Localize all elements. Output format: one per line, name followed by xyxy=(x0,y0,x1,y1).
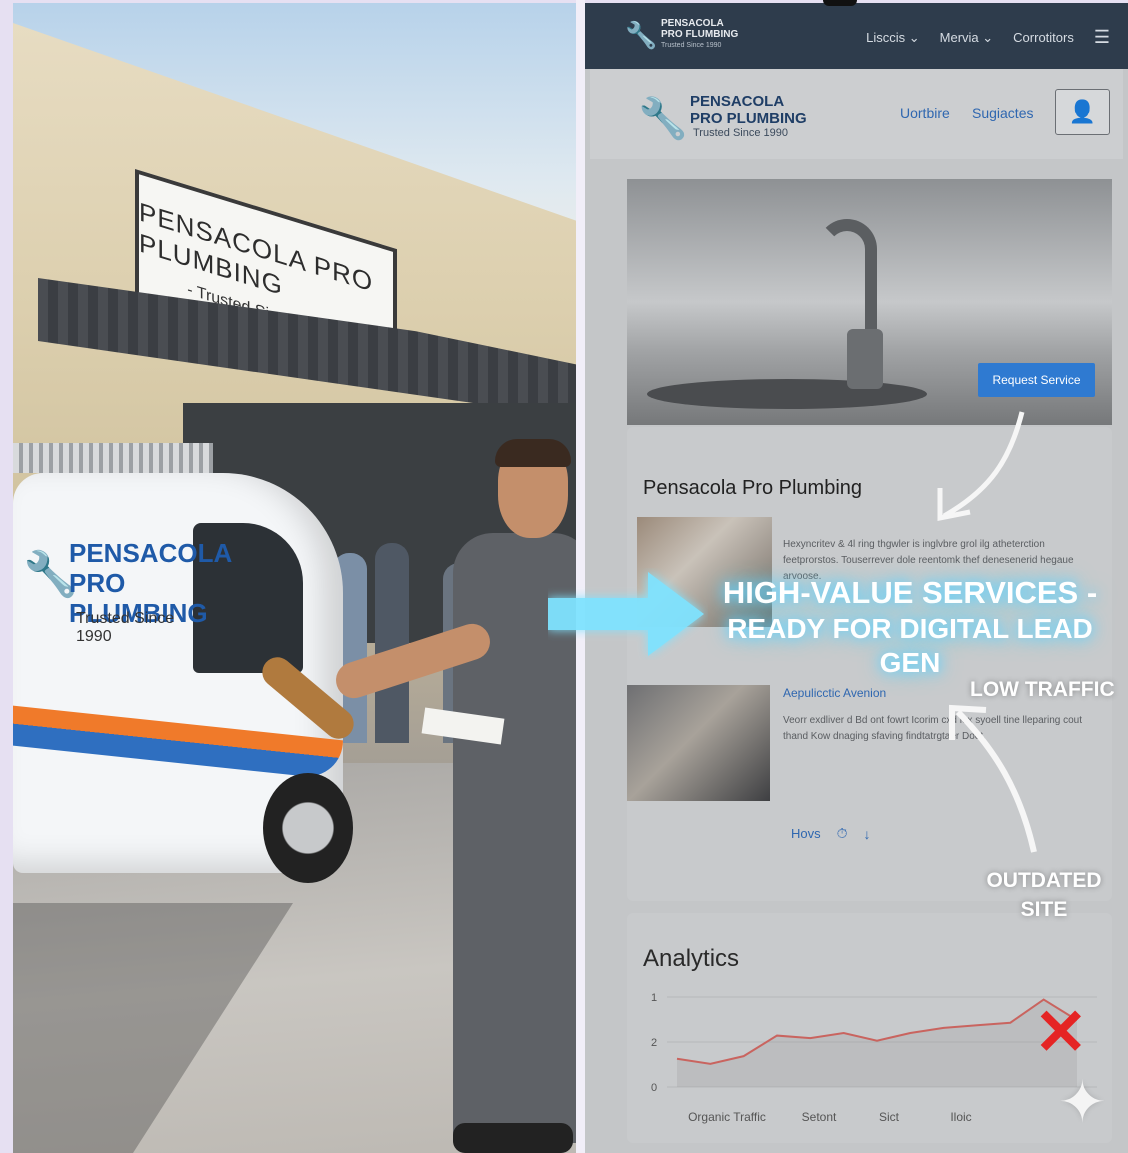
y-tick-label: 0 xyxy=(651,1082,657,1094)
nav-link-3[interactable]: Corrotitors xyxy=(1013,30,1074,45)
navbar-brand-tagline: Trusted Since 1990 xyxy=(661,42,722,49)
y-tick-label: 1 xyxy=(651,992,657,1004)
van-wheel xyxy=(263,773,353,883)
navbar-brand-name: PENSACOLA PRO FLUMBING xyxy=(661,18,739,40)
plumber-technician xyxy=(256,439,576,1153)
sparkle-icon: ✦ xyxy=(1058,1070,1107,1135)
van-tagline: Trusted Since 1990 xyxy=(76,610,175,645)
x-tick-label: Iloic xyxy=(950,1110,971,1124)
storefront-photo: PENSACOLA PRO PLUMBING - Trusted Since 1… xyxy=(13,3,576,1153)
download-icon[interactable]: ↓ xyxy=(864,826,871,842)
x-tick-label: Organic Traffic xyxy=(688,1110,766,1124)
wrench-icon: 🔧 xyxy=(638,97,688,141)
header-logo-name[interactable]: PENSACOLA PRO PLUMBING xyxy=(690,93,820,127)
timer-icon[interactable]: ⏱ xyxy=(837,825,848,842)
headline-line2: READY FOR DIGITAL LEAD GEN xyxy=(727,613,1093,678)
site-header: 🔧 PENSACOLA PRO PLUMBING Trusted Since 1… xyxy=(590,69,1123,159)
top-navbar: 🔧 PENSACOLA PRO FLUMBING Trusted Since 1… xyxy=(585,3,1128,69)
phone-notch xyxy=(823,0,857,6)
service-thumbnail-2[interactable] xyxy=(627,685,770,801)
x-tick-label: Sict xyxy=(879,1110,900,1124)
headline-line1: HIGH-VALUE SERVICES - xyxy=(722,575,1098,610)
analytics-title: Analytics xyxy=(643,945,740,972)
nav-link-1[interactable]: Lisccis ⌄ xyxy=(866,30,920,46)
request-service-button[interactable]: Request Service xyxy=(978,363,1095,397)
header-logo-tagline: Trusted Since 1990 xyxy=(693,127,788,139)
nav-link-2[interactable]: Mervia ⌄ xyxy=(940,30,994,46)
x-tick-label: Setont xyxy=(802,1110,837,1124)
hamburger-icon[interactable]: ☰ xyxy=(1094,27,1110,48)
headline-overlay: HIGH-VALUE SERVICES - READY FOR DIGITAL … xyxy=(700,574,1120,680)
low-traffic-callout: LOW TRAFFIC xyxy=(970,678,1115,701)
red-x-icon: ✕ xyxy=(1034,996,1088,1068)
outdated-site-callout: OUTDATED SITE xyxy=(986,869,1102,921)
y-tick-label: 2 xyxy=(651,1037,657,1049)
hovs-link[interactable]: Hovs xyxy=(791,826,821,841)
header-link-1[interactable]: Uortbire xyxy=(900,105,950,121)
company-van: 🔧 PENSACOLA PRO PLUMBING Trusted Since 1… xyxy=(13,443,353,883)
user-account-button[interactable]: 👤 xyxy=(1055,89,1110,135)
service-title-2[interactable]: Aepulicctic Avenion xyxy=(783,686,886,700)
header-link-2[interactable]: Sugiactes xyxy=(972,105,1033,121)
big-arrow-icon xyxy=(548,572,704,656)
sink xyxy=(647,379,927,409)
hero-image: Request Service xyxy=(627,179,1112,425)
van-brand-line1: PENSACOLA xyxy=(69,538,233,568)
navbar-links: Lisccis ⌄ Mervia ⌄ Corrotitors ☰ xyxy=(866,27,1110,48)
ladder-rack xyxy=(13,443,213,473)
section-footer-links: Hovs ⏱ ↓ xyxy=(791,825,871,842)
series-area xyxy=(677,999,1077,1087)
business-title: Pensacola Pro Plumbing xyxy=(643,477,863,499)
user-icon: 👤 xyxy=(1068,99,1097,124)
wrench-icon: 🔧 xyxy=(625,20,658,50)
